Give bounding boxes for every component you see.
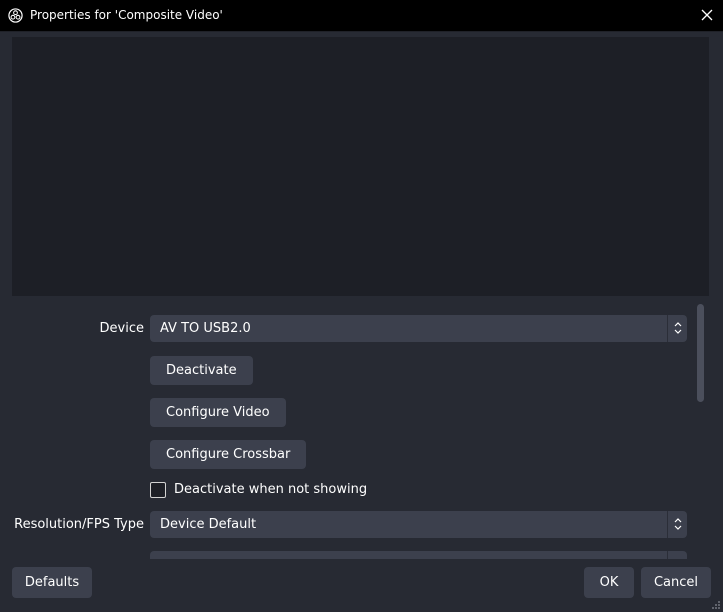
obs-logo-icon — [8, 8, 23, 23]
ok-button[interactable]: OK — [584, 567, 634, 598]
form-scrollbar[interactable] — [696, 304, 706, 559]
updown-arrows-icon — [667, 511, 687, 538]
device-select-value: AV TO USB2.0 — [160, 321, 251, 336]
close-icon[interactable] — [699, 7, 715, 23]
device-label: Device — [99, 321, 144, 336]
resize-grip-icon[interactable] — [711, 600, 721, 610]
deactivate-when-not-showing-checkbox[interactable] — [150, 482, 166, 498]
cancel-button[interactable]: Cancel — [641, 567, 711, 598]
scrollbar-thumb[interactable] — [697, 304, 704, 402]
updown-arrows-icon — [667, 315, 687, 342]
resolution-fps-type-value: Device Default — [160, 517, 257, 532]
deactivate-when-not-showing-label: Deactivate when not showing — [174, 482, 368, 497]
deactivate-button[interactable]: Deactivate — [150, 356, 253, 385]
updown-arrows-icon — [667, 551, 687, 559]
defaults-button[interactable]: Defaults — [12, 567, 92, 598]
partial-next-select[interactable] — [150, 551, 687, 559]
resolution-fps-type-select[interactable]: Device Default — [150, 511, 687, 538]
window-title: Properties for 'Composite Video' — [30, 8, 223, 22]
resolution-fps-type-label: Resolution/FPS Type — [14, 517, 144, 532]
configure-crossbar-button[interactable]: Configure Crossbar — [150, 440, 307, 469]
device-select[interactable]: AV TO USB2.0 — [150, 315, 687, 342]
configure-video-button[interactable]: Configure Video — [150, 398, 286, 427]
properties-form: Device AV TO USB2.0 Deactivate Configure… — [12, 297, 709, 559]
title-bar: Properties for 'Composite Video' — [0, 0, 723, 32]
video-preview — [12, 37, 709, 296]
